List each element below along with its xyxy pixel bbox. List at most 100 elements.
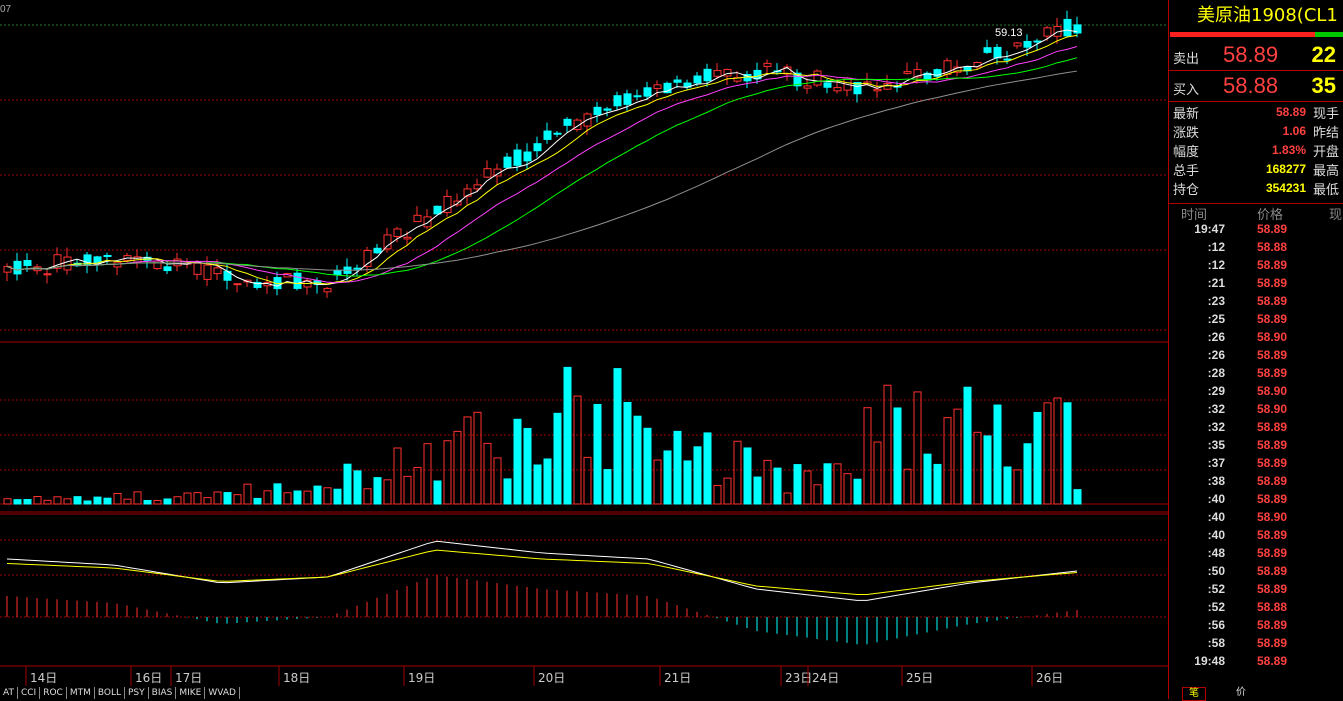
volume-bar (113, 492, 122, 505)
volume-bar (183, 492, 192, 505)
volume-bar (873, 441, 882, 505)
volume-bar (713, 484, 722, 505)
tab-mtm[interactable]: MTM (67, 687, 95, 699)
peak-price-label: 59.13 (995, 27, 1023, 39)
quote-panel: 美原油1908(CL1 卖出 58.89 22 买入 58.88 35 最新 58… (1168, 0, 1343, 699)
tick-row: :56 58.89 (1207, 618, 1287, 632)
volume-bar (993, 404, 1002, 505)
candle (63, 256, 72, 271)
buy-price: 58.88 (1223, 73, 1279, 98)
volume-bar (723, 477, 732, 505)
candle (483, 168, 492, 178)
volume-bar (373, 477, 382, 505)
volume-bar (353, 470, 362, 505)
volume-bar (403, 475, 412, 505)
candle (633, 95, 642, 98)
volume-bar (593, 403, 602, 505)
candle (373, 247, 382, 254)
tick-row: :26 58.90 (1207, 330, 1287, 344)
sell-quote: 卖出 58.89 22 (1169, 40, 1343, 71)
candle (513, 149, 522, 166)
volume-bar (703, 432, 712, 505)
volume-bar (253, 497, 262, 505)
date-label: 26日 (1036, 671, 1063, 685)
volume-bar (433, 480, 442, 505)
tick-row: :38 58.89 (1207, 474, 1287, 488)
time-header: 时间 (1181, 208, 1208, 223)
candle (713, 70, 722, 77)
candle (593, 106, 602, 115)
candle (193, 262, 202, 275)
indicator-tabs[interactable]: AT CCI ROC MTM BOLL PSY BIAS MIKE WVAD (0, 687, 1168, 699)
volume-bar (103, 497, 112, 505)
tab-roc[interactable]: ROC (40, 687, 67, 699)
tab-wvad[interactable]: WVAD (205, 687, 240, 699)
volume-bar (973, 431, 982, 505)
tick-row: :37 58.89 (1207, 456, 1287, 470)
volume-bar (83, 500, 92, 505)
kline-chart[interactable]: 59.130714日 16日 17日 18日 19日 20日 21日 23日 24日 25日 26日 (0, 0, 1168, 699)
date-label: 19日 (408, 671, 435, 685)
tab-bias[interactable]: BIAS (149, 687, 177, 699)
date-label: 17日 (175, 671, 202, 685)
volume-bar (753, 476, 762, 505)
tick-row: :25 58.89 (1207, 312, 1287, 326)
sell-price: 58.89 (1223, 42, 1279, 67)
tick-row: :23 58.89 (1207, 294, 1287, 308)
date-label: 14日 (30, 671, 57, 685)
volume-bar (543, 458, 552, 505)
tick-table-header: 时间 价格 现 (1169, 203, 1343, 223)
candle (813, 70, 822, 86)
volume-bar (233, 494, 242, 505)
tab-price[interactable]: 价 (1236, 687, 1246, 699)
tick-list[interactable]: 19:47 58.89:12 58.88:12 58.89:21 58.89:23 58.… (1169, 222, 1343, 672)
candle (523, 151, 532, 162)
candle (693, 75, 702, 84)
candle (423, 216, 432, 228)
candle (1043, 27, 1052, 37)
volume-bar (513, 418, 522, 505)
volume-bar (323, 487, 332, 505)
volume-bar (943, 417, 952, 505)
top-left-label: 07 (0, 4, 12, 15)
volume-bar (523, 427, 532, 505)
candle (993, 46, 1002, 59)
volume-bar (673, 430, 682, 505)
volume-bar (493, 457, 502, 505)
volume-bar (633, 415, 642, 505)
tab-mike[interactable]: MIKE (176, 687, 206, 699)
right-tabs[interactable]: 笔 价 (1168, 687, 1343, 701)
stat-row: 幅度 1.83% 开盘 (1173, 143, 1339, 160)
candle (353, 267, 362, 270)
moving-average-line (6, 57, 1078, 277)
volume-bar (1053, 397, 1062, 505)
tab-cci[interactable]: CCI (18, 687, 41, 699)
candle (553, 132, 562, 135)
volume-bar (283, 492, 292, 505)
volume-bar (613, 368, 622, 505)
volume-bar (73, 496, 82, 505)
volume-bar (1063, 402, 1072, 505)
candle (413, 214, 422, 223)
volume-bar (203, 497, 212, 505)
candle (173, 258, 182, 267)
tab-psy[interactable]: PSY (125, 687, 149, 699)
volume-bar (273, 483, 282, 505)
candle (103, 254, 112, 257)
tab-boll[interactable]: BOLL (95, 687, 125, 699)
candle (383, 234, 392, 250)
candle (323, 288, 332, 293)
volume-bar (263, 490, 272, 505)
tab-at[interactable]: AT (0, 687, 18, 699)
volume-bar (173, 496, 182, 505)
volume-bar (1023, 443, 1032, 505)
instrument-title: 美原油1908(CL1 (1197, 5, 1338, 26)
date-label: 18日 (283, 671, 310, 685)
stat-row: 涨跌 1.06 昨结 (1173, 124, 1339, 141)
candle (23, 260, 32, 266)
sell-label: 卖出 (1173, 52, 1200, 67)
volume-bar (743, 447, 752, 505)
candle (803, 85, 812, 89)
candle (1023, 40, 1032, 48)
volume-bar (883, 384, 892, 505)
